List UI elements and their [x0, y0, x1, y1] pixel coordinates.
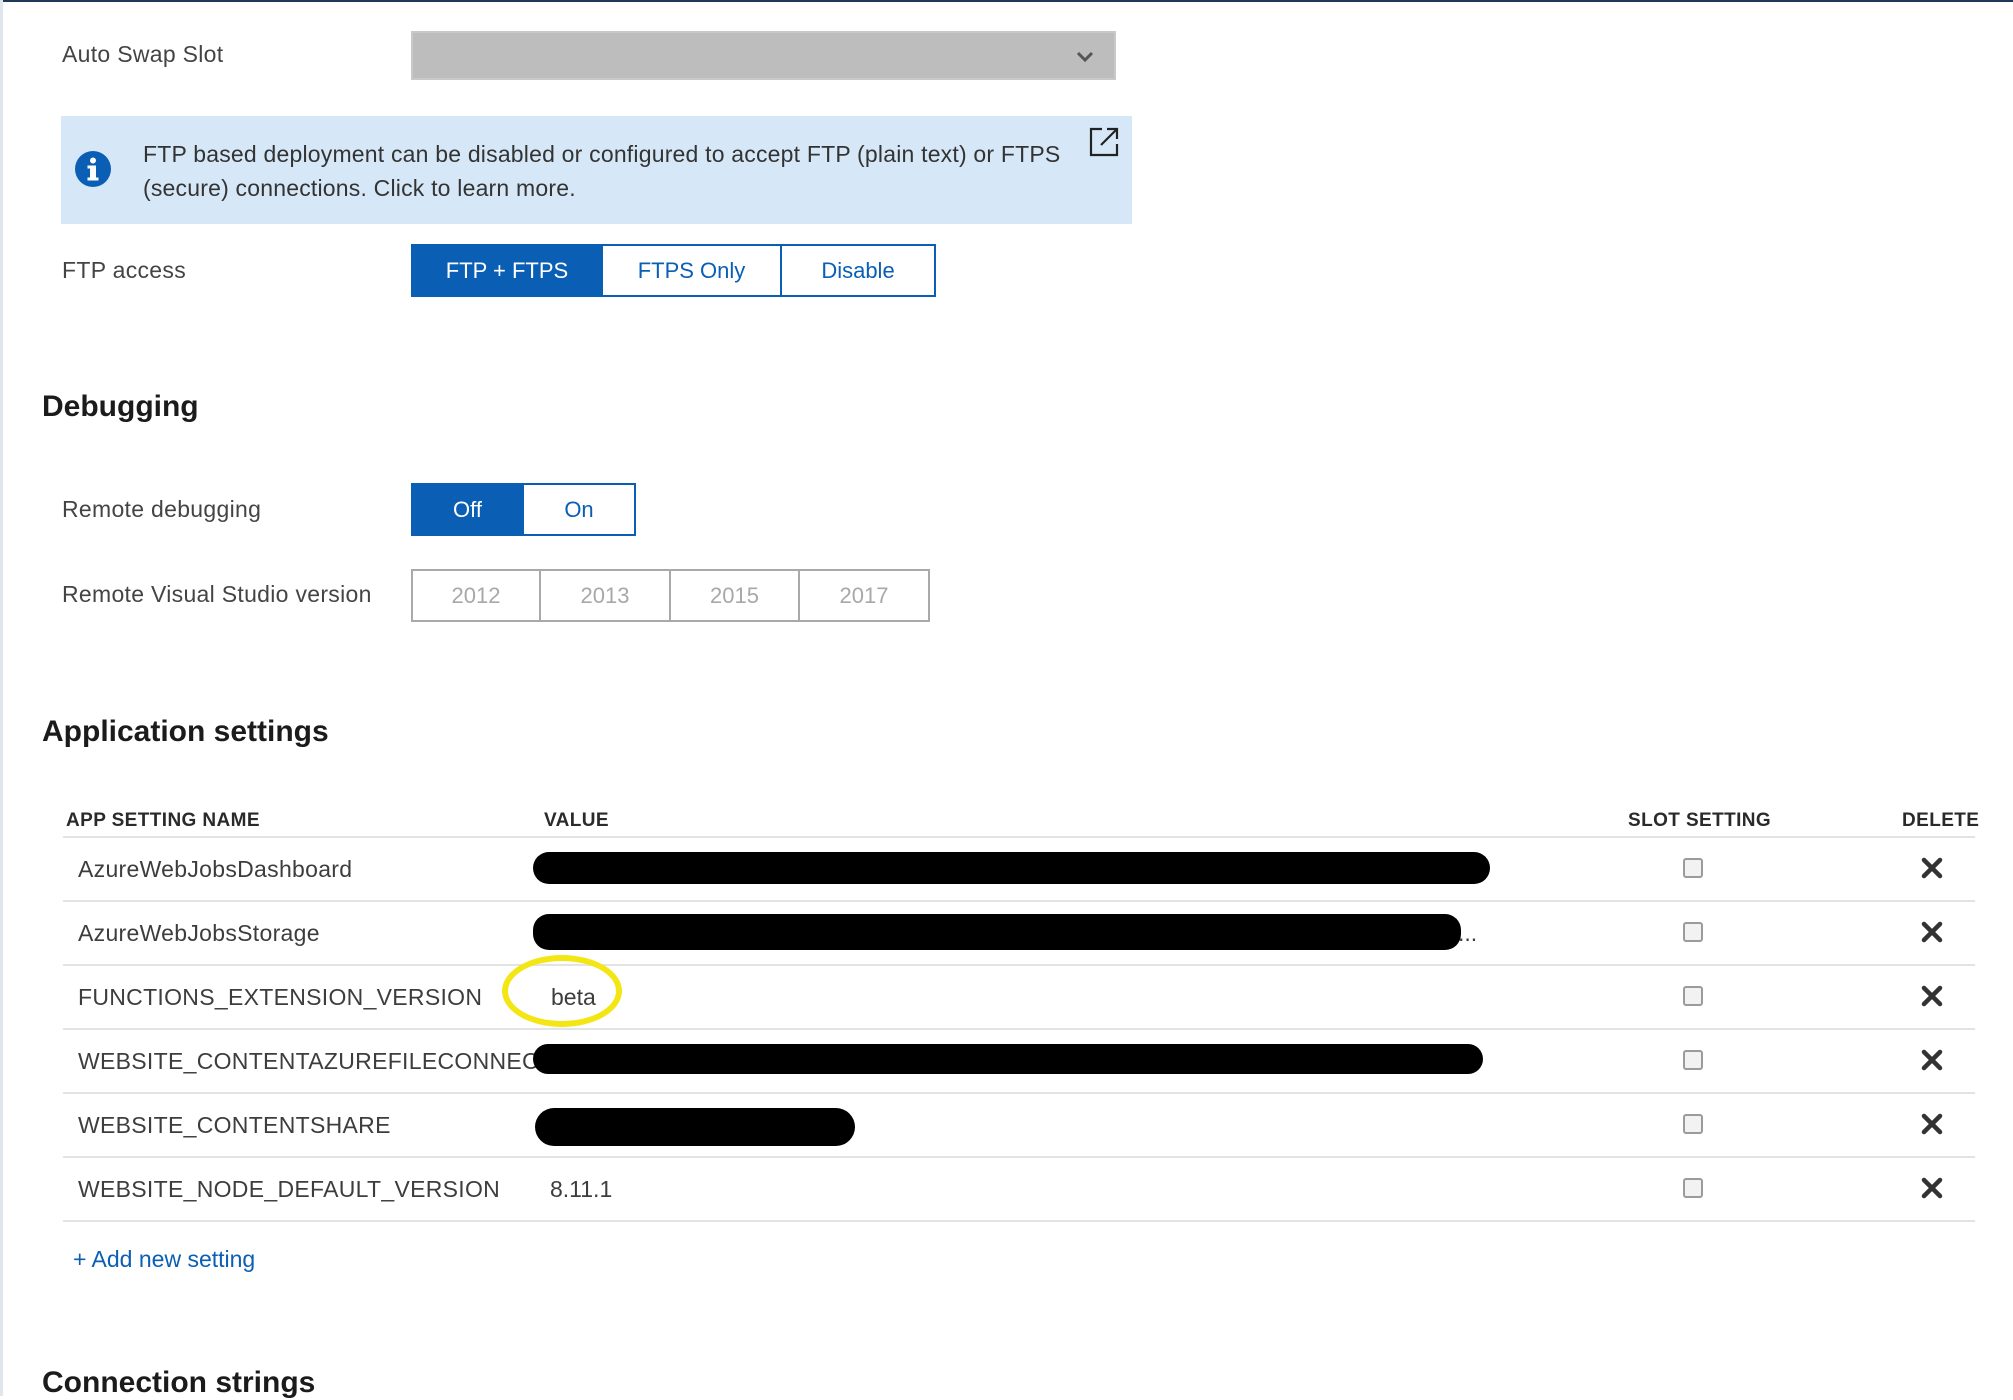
- delete-icon[interactable]: [1920, 984, 1944, 1008]
- remote-debugging-off[interactable]: Off: [411, 483, 524, 536]
- ftp-info-banner[interactable]: FTP based deployment can be disabled or …: [61, 116, 1132, 224]
- col-delete: DELETE: [1902, 810, 1980, 831]
- vs-version-2015: 2015: [671, 569, 800, 622]
- setting-name: AzureWebJobsDashboard: [78, 856, 353, 882]
- table-header: APP SETTING NAME VALUE SLOT SETTING DELE…: [63, 808, 1979, 838]
- top-border: [0, 0, 2013, 2]
- ftp-option-ftps-only[interactable]: FTPS Only: [603, 244, 782, 297]
- setting-name: WEBSITE_CONTENTAZUREFILECONNECT...: [78, 1048, 571, 1074]
- slot-setting-checkbox[interactable]: [1683, 1178, 1703, 1198]
- delete-icon[interactable]: [1920, 1112, 1944, 1136]
- setting-name: WEBSITE_CONTENTSHARE: [78, 1112, 391, 1138]
- table-row: AzureWebJobsStorage ...: [63, 902, 1975, 966]
- left-border: [0, 0, 3, 1396]
- setting-name: WEBSITE_NODE_DEFAULT_VERSION: [78, 1176, 501, 1202]
- app-settings-table: APP SETTING NAME VALUE SLOT SETTING DELE…: [63, 808, 1979, 1222]
- table-row: AzureWebJobsDashboard: [63, 838, 1975, 902]
- remote-debugging-on[interactable]: On: [524, 483, 636, 536]
- remote-debugging-toggle: Off On: [411, 483, 636, 536]
- redaction-mark: [535, 1108, 855, 1146]
- vs-version-2017: 2017: [800, 569, 930, 622]
- ftp-option-ftp-ftps[interactable]: FTP + FTPS: [411, 244, 603, 297]
- remote-vs-version-label: Remote Visual Studio version: [62, 581, 372, 607]
- redaction-mark: [533, 852, 1490, 884]
- setting-name: FUNCTIONS_EXTENSION_VERSION: [78, 984, 483, 1010]
- delete-icon[interactable]: [1920, 856, 1944, 880]
- vs-version-2013: 2013: [541, 569, 671, 622]
- table-row: FUNCTIONS_EXTENSION_VERSION beta: [63, 966, 1975, 1030]
- col-value: VALUE: [544, 810, 609, 831]
- connection-strings-heading: Connection strings: [42, 1366, 316, 1399]
- highlight-circle: [502, 955, 622, 1027]
- ftp-access-toggle: FTP + FTPS FTPS Only Disable: [411, 244, 936, 297]
- chevron-down-icon: [1076, 51, 1094, 63]
- delete-icon[interactable]: [1920, 1176, 1944, 1200]
- redaction-mark: [533, 914, 1461, 950]
- vs-version-2012: 2012: [411, 569, 541, 622]
- remote-debugging-label: Remote debugging: [62, 496, 262, 522]
- auto-swap-slot-label: Auto Swap Slot: [62, 41, 224, 67]
- delete-icon[interactable]: [1920, 920, 1944, 944]
- ftp-option-disable[interactable]: Disable: [782, 244, 936, 297]
- slot-setting-checkbox[interactable]: [1683, 858, 1703, 878]
- ftp-access-label: FTP access: [62, 257, 186, 283]
- slot-setting-checkbox[interactable]: [1683, 986, 1703, 1006]
- auto-swap-slot-dropdown[interactable]: [411, 31, 1116, 80]
- table-row: WEBSITE_NODE_DEFAULT_VERSION 8.11.1: [63, 1158, 1975, 1222]
- remote-vs-version-toggle: 2012 2013 2015 2017: [411, 569, 930, 622]
- col-slot-setting: SLOT SETTING: [1628, 810, 1772, 831]
- debugging-heading: Debugging: [42, 390, 199, 423]
- info-icon: [75, 151, 111, 187]
- slot-setting-checkbox[interactable]: [1683, 1114, 1703, 1134]
- slot-setting-checkbox[interactable]: [1683, 1050, 1703, 1070]
- info-banner-text: FTP based deployment can be disabled or …: [143, 141, 1061, 201]
- slot-setting-checkbox[interactable]: [1683, 922, 1703, 942]
- external-link-icon[interactable]: [1088, 126, 1120, 158]
- application-settings-heading: Application settings: [42, 715, 329, 748]
- col-app-setting-name: APP SETTING NAME: [66, 810, 260, 831]
- setting-name: AzureWebJobsStorage: [78, 920, 320, 946]
- delete-icon[interactable]: [1920, 1048, 1944, 1072]
- add-new-setting-link[interactable]: + Add new setting: [73, 1246, 255, 1273]
- table-row: WEBSITE_CONTENTSHARE: [63, 1094, 1975, 1158]
- table-row: WEBSITE_CONTENTAZUREFILECONNECT...: [63, 1030, 1975, 1094]
- redaction-mark: [533, 1044, 1483, 1074]
- setting-value[interactable]: 8.11.1: [550, 1176, 612, 1203]
